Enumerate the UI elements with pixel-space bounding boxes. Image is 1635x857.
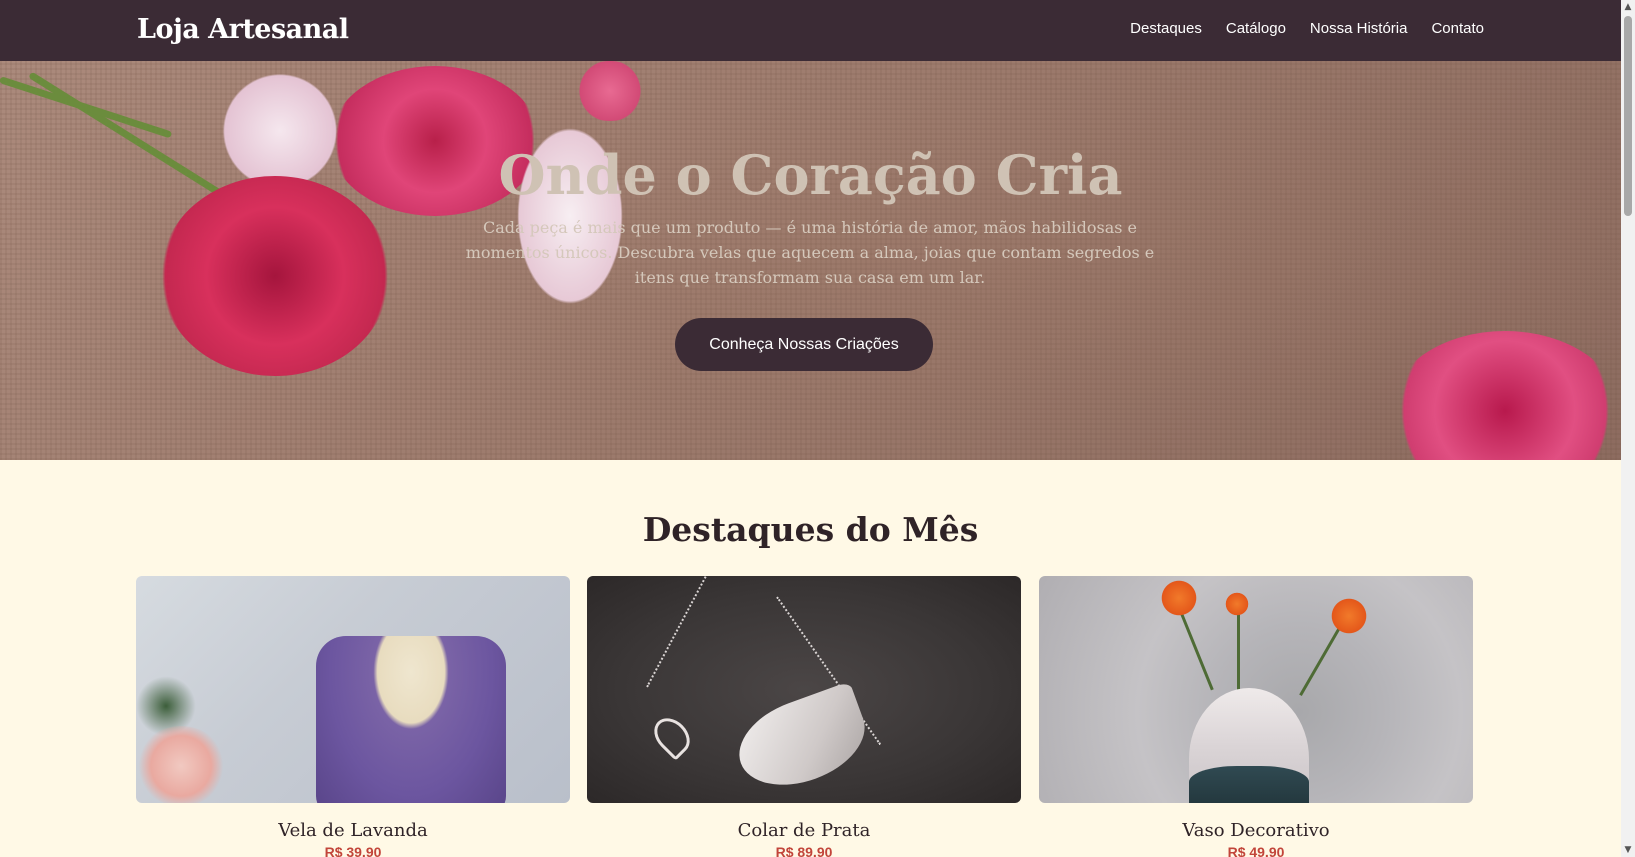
product-card[interactable]: Vaso Decorativo R$ 49,90 [1039,576,1473,857]
product-price: R$ 89,90 [775,844,833,857]
nav-link-destaques[interactable]: Destaques [1130,20,1202,37]
product-name[interactable]: Vela de Lavanda [136,820,570,841]
orange-flower [1329,596,1369,636]
hero-subtitle: Cada peça é mais que um produto — é uma … [465,218,1155,287]
hero-banner: Onde o Coração Cria Cada peça é mais que… [0,61,1621,460]
scroll-thumb[interactable] [1624,16,1632,216]
engraved-pendant [727,681,877,801]
chain-decor [646,576,752,688]
explore-creations-button[interactable]: Conheça Nossas Criações [675,318,933,371]
vase-glaze [1189,766,1309,803]
product-price: R$ 49,90 [1227,844,1285,857]
orange-flower [1159,578,1199,618]
product-image-lavender-candle[interactable] [136,576,570,803]
flower-stem [1237,614,1240,694]
flower-stem [1299,625,1342,697]
product-image-silver-necklace[interactable] [587,576,1021,803]
product-price: R$ 39,90 [324,844,382,857]
section-title: Destaques do Mês [642,510,979,549]
rose-decor [136,726,226,803]
orange-bud [1224,591,1250,617]
main-nav: Destaques Catálogo Nossa História Contat… [1130,20,1484,37]
site-logo[interactable]: Loja Artesanal [137,14,349,45]
nav-link-contato[interactable]: Contato [1431,20,1484,37]
page: Loja Artesanal Destaques Catálogo Nossa … [0,0,1621,857]
candle-jar [316,636,506,803]
flower-stem [1179,610,1214,691]
heart-pendant [647,711,697,761]
product-image-decorative-vase[interactable] [1039,576,1473,803]
product-card[interactable]: Colar de Prata R$ 89,90 [587,576,1021,857]
page-scrollbar[interactable]: ▲ ▼ [1621,0,1635,857]
hero-title: Onde o Coração Cria [498,143,1123,207]
pink-bud [570,61,650,121]
site-header: Loja Artesanal Destaques Catálogo Nossa … [0,0,1621,61]
flower-stem [0,76,173,139]
nav-link-nossa-historia[interactable]: Nossa História [1310,20,1408,37]
product-name[interactable]: Vaso Decorativo [1039,820,1473,841]
scroll-down-icon[interactable]: ▼ [1621,843,1635,857]
product-name[interactable]: Colar de Prata [587,820,1021,841]
scroll-up-icon[interactable]: ▲ [1621,0,1635,14]
product-card[interactable]: Vela de Lavanda R$ 39,90 [136,576,570,857]
nav-link-catalogo[interactable]: Catálogo [1226,20,1286,37]
pink-rose [1390,331,1620,460]
